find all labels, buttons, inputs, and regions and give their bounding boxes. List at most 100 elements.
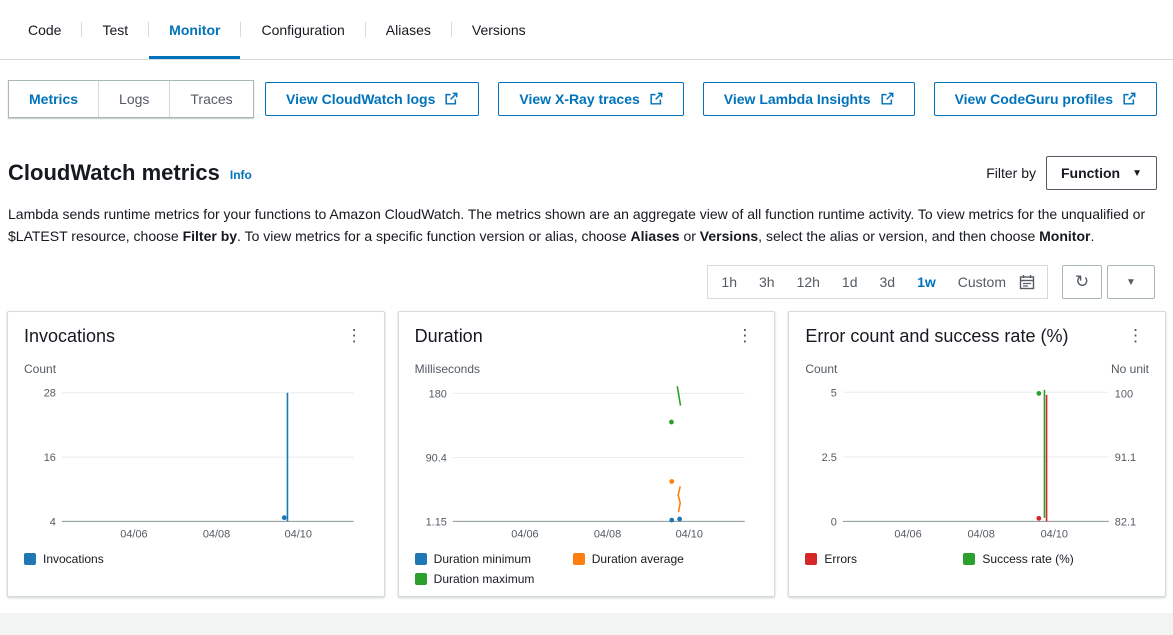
calendar-icon xyxy=(1019,274,1035,290)
description-text: . xyxy=(1090,228,1094,244)
time-range-12h[interactable]: 12h xyxy=(786,266,831,298)
monitor-toolbar: Metrics Logs Traces View CloudWatch logs… xyxy=(8,80,1157,118)
legend-color-swatch xyxy=(415,553,427,565)
vertical-ellipsis-icon: ⋮ xyxy=(1127,326,1144,345)
series-point xyxy=(282,516,287,521)
chart-plot-area[interactable]: 2816404/0604/0804/10 xyxy=(24,376,368,547)
x-tick-label: 04/10 xyxy=(1041,529,1068,541)
chart-plot-area[interactable]: 18090.41.1504/0604/0804/10 xyxy=(415,376,759,547)
legend-item[interactable]: Errors xyxy=(805,552,963,566)
time-range-custom[interactable]: Custom xyxy=(947,266,1017,298)
legend-item[interactable]: Invocations xyxy=(24,552,182,566)
description-bold: Aliases xyxy=(631,228,680,244)
chart-menu-button[interactable]: ⋮ xyxy=(731,324,758,348)
chart-plot: 52.5010091.182.104/0604/0804/10 xyxy=(805,376,1149,547)
legend-color-swatch xyxy=(805,553,817,565)
y-tick-label: 4 xyxy=(50,517,56,529)
button-label: View CloudWatch logs xyxy=(286,91,435,107)
monitor-page: Code Test Monitor Configuration Aliases … xyxy=(0,0,1173,613)
chevron-down-icon: ▼ xyxy=(1126,277,1136,288)
x-tick-label: 04/06 xyxy=(895,529,922,541)
view-xray-traces-button[interactable]: View X-Ray traces xyxy=(498,82,683,116)
chart-title: Error count and success rate (%) xyxy=(805,326,1068,347)
chart-card-header: Error count and success rate (%) ⋮ xyxy=(805,312,1149,348)
view-lambda-insights-button[interactable]: View Lambda Insights xyxy=(703,82,915,116)
series-line xyxy=(677,387,680,406)
description-text: or xyxy=(680,228,700,244)
subtab-logs[interactable]: Logs xyxy=(98,81,169,117)
legend-label: Duration maximum xyxy=(434,572,535,586)
time-range-1d[interactable]: 1d xyxy=(831,266,869,298)
y-tick-label: 5 xyxy=(831,388,837,400)
tab-versions[interactable]: Versions xyxy=(452,0,546,59)
description-bold: Monitor xyxy=(1039,228,1090,244)
chart-card-invocations: Invocations ⋮ Count 2816404/0604/0804/10… xyxy=(7,311,385,596)
button-label: View CodeGuru profiles xyxy=(955,91,1113,107)
vertical-ellipsis-icon: ⋮ xyxy=(736,326,753,345)
legend-color-swatch xyxy=(573,553,585,565)
subtab-traces[interactable]: Traces xyxy=(169,81,252,117)
description-text: , select the alias or version, and then … xyxy=(758,228,1039,244)
chart-card-header: Invocations ⋮ xyxy=(24,312,368,348)
time-range-3d[interactable]: 3d xyxy=(869,266,907,298)
button-label: View Lambda Insights xyxy=(724,91,871,107)
x-tick-label: 04/06 xyxy=(511,529,538,541)
chart-card-header: Duration ⋮ xyxy=(415,312,759,348)
tab-code[interactable]: Code xyxy=(8,0,81,59)
filter-controls: Filter by Function ▼ xyxy=(986,156,1157,190)
x-tick-label: 04/06 xyxy=(120,529,147,541)
subtab-metrics[interactable]: Metrics xyxy=(9,81,98,117)
info-link[interactable]: Info xyxy=(230,168,252,182)
y-right-tick-label: 82.1 xyxy=(1115,517,1136,529)
time-range-group: 1h 3h 12h 1d 3d 1w Custom xyxy=(707,265,1048,299)
description-text: . To view metrics for a specific functio… xyxy=(237,228,630,244)
chart-title: Invocations xyxy=(24,326,115,347)
time-range-3h[interactable]: 3h xyxy=(748,266,786,298)
y-axis-label: Milliseconds xyxy=(415,362,480,376)
monitor-subtabs: Metrics Logs Traces xyxy=(8,80,254,118)
chart-card-duration: Duration ⋮ Milliseconds 18090.41.1504/06… xyxy=(398,311,776,596)
tab-configuration[interactable]: Configuration xyxy=(241,0,364,59)
x-tick-label: 04/08 xyxy=(968,529,995,541)
time-range-1w[interactable]: 1w xyxy=(906,266,947,298)
filter-selected-value: Function xyxy=(1061,165,1120,181)
tab-aliases[interactable]: Aliases xyxy=(366,0,451,59)
y-axis-label: Count xyxy=(24,362,56,376)
tab-test[interactable]: Test xyxy=(82,0,148,59)
chart-legend: Duration minimumDuration average Duration… xyxy=(415,552,759,586)
axis-caption-row: Count xyxy=(24,362,368,376)
series-point xyxy=(669,420,674,425)
series-point xyxy=(669,518,674,523)
time-range-bar: 1h 3h 12h 1d 3d 1w Custom ↻ ▼ xyxy=(8,265,1155,299)
description-bold: Versions xyxy=(700,228,758,244)
view-codeguru-profiles-button[interactable]: View CodeGuru profiles xyxy=(934,82,1157,116)
legend-item[interactable]: Duration minimum xyxy=(415,552,573,566)
view-cloudwatch-logs-button[interactable]: View CloudWatch logs xyxy=(265,82,479,116)
chart-menu-button[interactable]: ⋮ xyxy=(341,324,368,348)
external-link-icon xyxy=(880,92,894,106)
y-tick-label: 28 xyxy=(44,388,56,400)
time-range-1h[interactable]: 1h xyxy=(710,266,748,298)
calendar-button[interactable] xyxy=(1017,274,1045,290)
legend-item[interactable]: Success rate (%) xyxy=(963,552,1121,566)
legend-color-swatch xyxy=(24,553,36,565)
chart-legend: ErrorsSuccess rate (%) xyxy=(805,552,1149,566)
x-tick-label: 04/10 xyxy=(675,529,702,541)
refresh-options-dropdown[interactable]: ▼ xyxy=(1107,265,1155,299)
filter-function-dropdown[interactable]: Function ▼ xyxy=(1046,156,1157,190)
chart-legend: Invocations xyxy=(24,552,368,566)
legend-color-swatch xyxy=(963,553,975,565)
chart-menu-button[interactable]: ⋮ xyxy=(1122,324,1149,348)
x-tick-label: 04/10 xyxy=(285,529,312,541)
series-point xyxy=(669,479,674,484)
chart-plot-area[interactable]: 52.5010091.182.104/0604/0804/10 xyxy=(805,376,1149,547)
chart-plot: 18090.41.1504/0604/0804/10 xyxy=(415,376,759,547)
legend-item[interactable]: Duration average xyxy=(573,552,731,566)
refresh-button[interactable]: ↻ xyxy=(1062,265,1102,299)
legend-label: Invocations xyxy=(43,552,104,566)
legend-item[interactable]: Duration maximum xyxy=(415,572,573,586)
page-title: CloudWatch metrics xyxy=(8,160,220,186)
metrics-header: CloudWatch metrics Info Filter by Functi… xyxy=(8,156,1157,190)
tab-monitor[interactable]: Monitor xyxy=(149,0,240,59)
y-axis-label: Count xyxy=(805,362,837,376)
